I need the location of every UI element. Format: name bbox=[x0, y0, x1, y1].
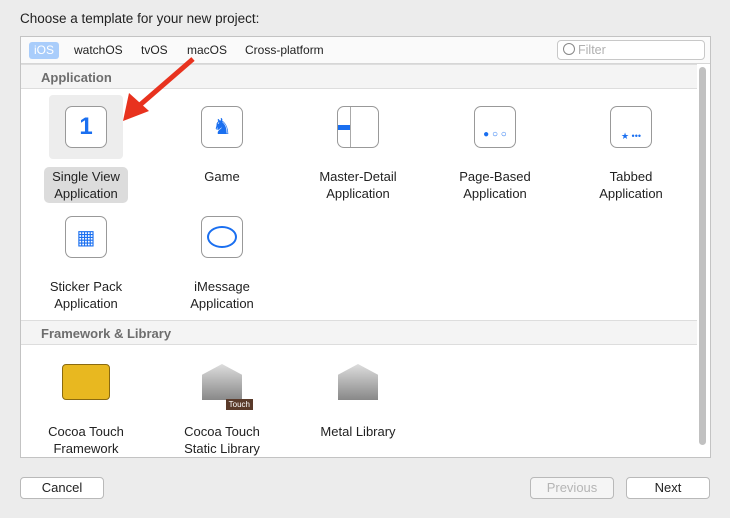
template-cocoa-touch-static-library[interactable]: Touch Cocoa Touch Static Library bbox=[162, 350, 282, 458]
filter-icon bbox=[563, 43, 575, 55]
sticker-pack-icon: ▦ bbox=[65, 216, 107, 258]
cancel-button[interactable]: Cancel bbox=[20, 477, 104, 499]
template-page-based[interactable]: ● ○ ○ Page-Based Application bbox=[435, 95, 555, 203]
message-bubble-icon bbox=[201, 216, 243, 258]
previous-button[interactable]: Previous bbox=[530, 477, 614, 499]
toolbox-icon bbox=[62, 364, 110, 400]
library-building-icon bbox=[202, 364, 242, 400]
red-arrow-annotation bbox=[123, 57, 195, 121]
template-sticker-pack[interactable]: ▦ Sticker Pack Application bbox=[26, 205, 146, 313]
tabbed-icon: ★ ••• bbox=[610, 106, 652, 148]
dialog-title: Choose a template for your new project: bbox=[20, 11, 260, 26]
master-detail-icon bbox=[337, 106, 379, 148]
template-panel: iOS watchOS tvOS macOS Cross-platform Fi… bbox=[20, 36, 711, 458]
template-imessage[interactable]: iMessage Application bbox=[162, 205, 282, 313]
scrollbar[interactable] bbox=[699, 67, 706, 445]
metal-library-icon bbox=[338, 364, 378, 400]
template-metal-library[interactable]: Metal Library bbox=[298, 350, 418, 441]
template-tabbed[interactable]: ★ ••• Tabbed Application bbox=[571, 95, 691, 203]
game-icon: ♞ bbox=[201, 106, 243, 148]
next-button[interactable]: Next bbox=[626, 477, 710, 499]
tab-cross-platform[interactable]: Cross-platform bbox=[240, 42, 329, 59]
section-framework-library: Framework & Library bbox=[21, 320, 697, 345]
page-based-icon: ● ○ ○ bbox=[474, 106, 516, 148]
single-view-icon: 1 bbox=[65, 106, 107, 148]
tab-ios[interactable]: iOS bbox=[29, 42, 60, 59]
filter-input[interactable]: Filter bbox=[557, 40, 705, 60]
template-master-detail[interactable]: Master-Detail Application bbox=[298, 95, 418, 203]
template-cocoa-touch-framework[interactable]: Cocoa Touch Framework bbox=[26, 350, 146, 458]
